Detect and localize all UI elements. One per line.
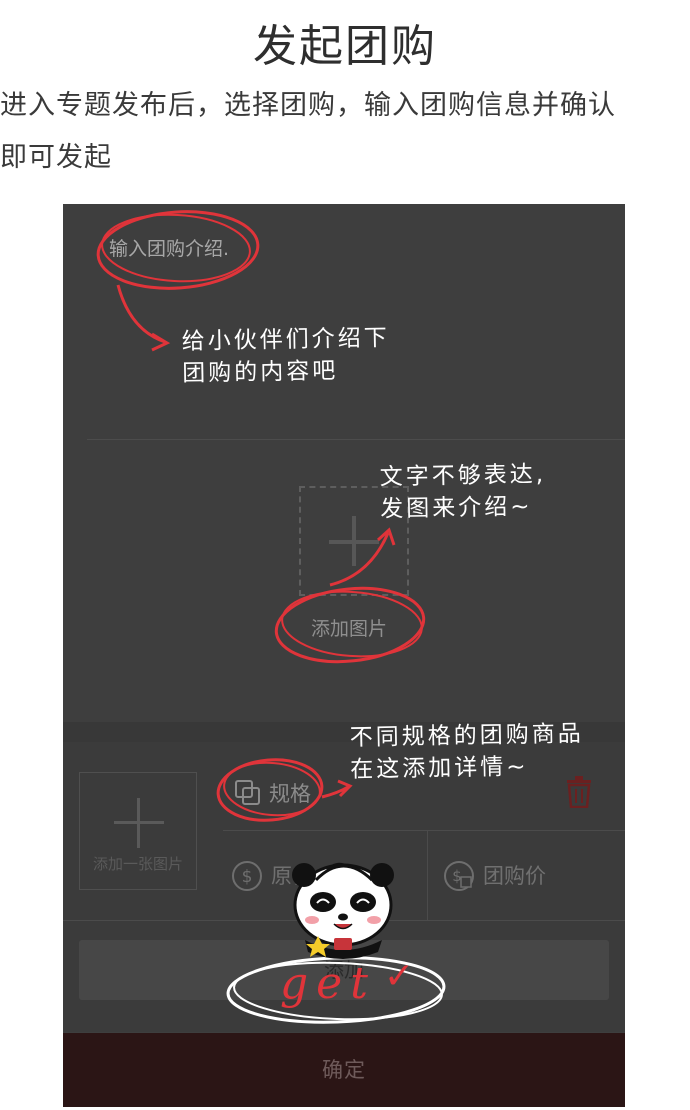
note-intro-line-1: 给小伙伴们介绍下 [181, 325, 390, 355]
group-intro-input[interactable]: 输入团购介绍. [109, 234, 229, 261]
note-spec-line-1: 不同规格的团购商品 [349, 720, 584, 752]
plus-icon-vertical [352, 516, 356, 566]
note-spec: 不同规格的团购商品 在这添加详情~ [349, 718, 584, 786]
group-price-label: 团购价 [483, 864, 546, 888]
note-image: 文字不够表达, 发图来介绍~ [379, 459, 547, 526]
spec-label: 规格 [269, 782, 311, 806]
plus-icon-vertical [137, 798, 140, 848]
svg-text:$: $ [242, 867, 253, 887]
divider [427, 830, 428, 920]
note-image-line-2: 发图来介绍~ [380, 493, 533, 523]
intro-line-2: 即可发起 [0, 142, 112, 173]
intro-line-1: 进入专题发布后，选择团购，输入团购信息并确认 [0, 90, 616, 121]
note-intro-line-2: 团购的内容吧 [182, 358, 339, 387]
group-price-icon: $ [444, 861, 474, 891]
dollar-icon: $ [232, 861, 262, 891]
divider [223, 830, 625, 831]
get-label: get [280, 958, 376, 1009]
original-price-label: 原价 [271, 864, 313, 888]
check-icon: ✓ [384, 956, 415, 997]
divider [63, 920, 625, 921]
note-intro: 给小伙伴们介绍下 团购的内容吧 [181, 322, 390, 390]
page-title: 发起团购 [253, 21, 437, 72]
note-spec-line-2: 在这添加详情~ [350, 753, 529, 784]
spec-icon [235, 780, 260, 805]
confirm-button[interactable]: 确定 [63, 1033, 625, 1107]
divider [87, 439, 625, 440]
add-image-label: 添加图片 [311, 618, 388, 640]
note-image-line-1: 文字不够表达, [379, 461, 547, 491]
intro-text: 进入专题发布后，选择团购，输入团购信息并确认 即可发起 [0, 80, 690, 184]
spec-photo-button[interactable]: 添加一张图片 [79, 772, 197, 890]
spec-photo-label: 添加一张图片 [92, 855, 183, 873]
